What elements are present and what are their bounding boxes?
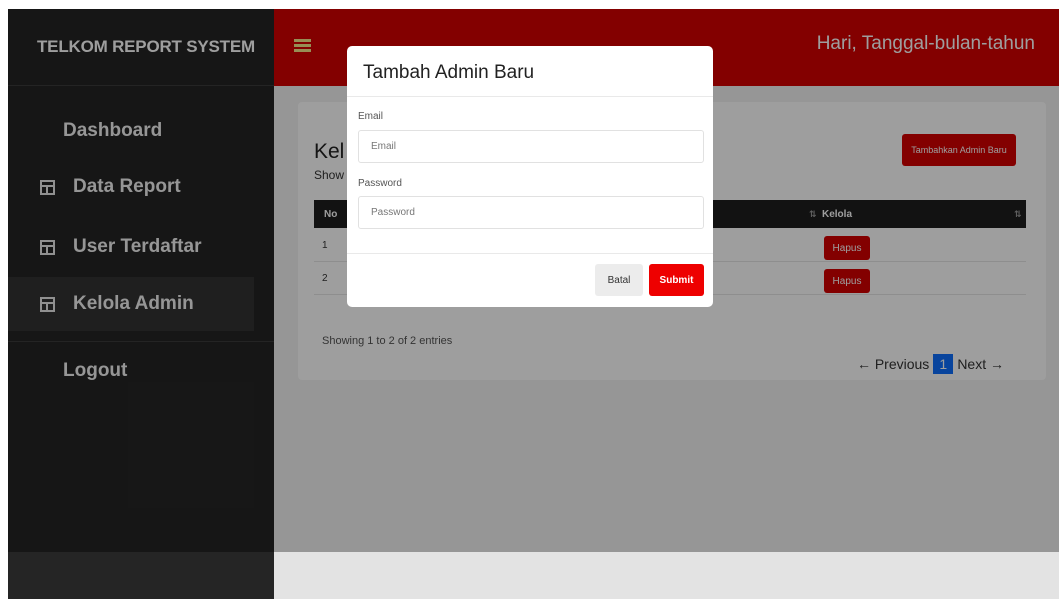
email-label: Email xyxy=(358,111,384,122)
email-input[interactable] xyxy=(358,130,704,163)
modal-divider xyxy=(347,96,713,97)
app-frame: TELKOM REPORT SYSTEM Dashboard Data Repo… xyxy=(8,9,1059,599)
modal-divider xyxy=(347,253,713,254)
cancel-button[interactable]: Batal xyxy=(595,264,643,296)
password-label: Password xyxy=(358,178,402,189)
password-input[interactable] xyxy=(358,196,704,229)
modal-title: Tambah Admin Baru xyxy=(363,62,535,83)
submit-button[interactable]: Submit xyxy=(649,264,704,296)
modal-backdrop-bottom xyxy=(274,552,1059,599)
add-admin-modal: Tambah Admin Baru Email Password Batal S… xyxy=(347,46,713,307)
